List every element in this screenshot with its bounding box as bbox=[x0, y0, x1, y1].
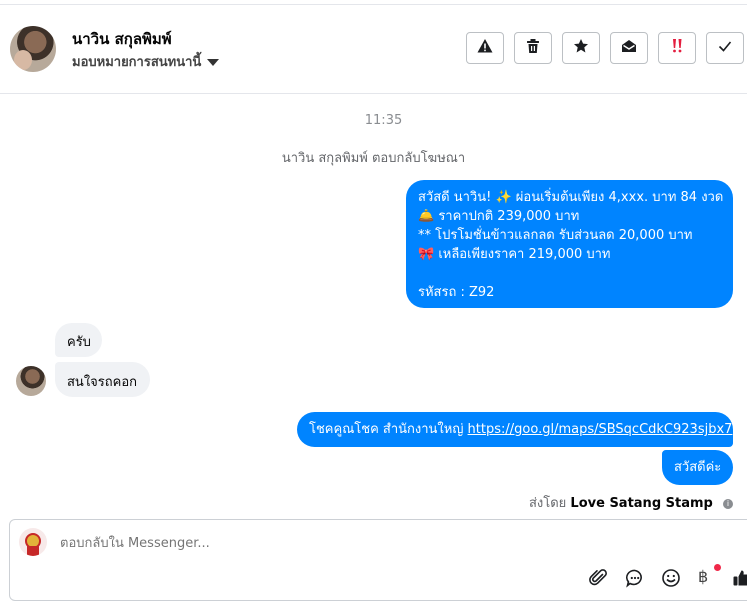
message-line: 🛎️ ราคาปกติ 239,000 บาท bbox=[418, 209, 580, 224]
message-line: 🎀 เหลือเพียงราคา 219,000 บาท bbox=[418, 247, 611, 262]
assign-conversation-dropdown[interactable]: มอบหมายการสนทนานี้ bbox=[72, 51, 220, 72]
message-timestamp: 11:35 bbox=[364, 113, 403, 128]
sent-by-label: ส่งโดย bbox=[528, 496, 567, 511]
trash-icon bbox=[525, 38, 541, 58]
warning-icon bbox=[477, 38, 493, 58]
star-icon bbox=[573, 38, 589, 58]
contact-avatar[interactable] bbox=[10, 26, 56, 72]
page-avatar bbox=[19, 528, 47, 556]
attachment-icon[interactable] bbox=[589, 568, 609, 588]
contact-name[interactable]: นาวิน สกุลพิมพ์ bbox=[72, 27, 172, 51]
message-composer: ฿ bbox=[9, 519, 747, 601]
message-line: ** โปรโมชั่นข้าวแลกลด รับส่วนลด 20,000 บ… bbox=[418, 228, 693, 243]
message-line-blank bbox=[418, 264, 721, 283]
saved-replies-icon[interactable] bbox=[625, 568, 645, 588]
info-icon[interactable]: i bbox=[723, 498, 733, 509]
outgoing-message-bubble[interactable]: โชคคูณโชค สำนักงานใหญ่ https://goo.gl/ma… bbox=[297, 412, 733, 447]
message-line: สวัสดี นาวิน! ✨ ผ่อนเริ่มต้นเพียง 4,xxx.… bbox=[418, 190, 724, 205]
incoming-message-bubble[interactable]: สนใจรถคอก bbox=[55, 362, 150, 397]
outgoing-message-bubble[interactable]: สวัสดีค่ะ bbox=[662, 450, 733, 485]
chevron-down-icon bbox=[207, 59, 220, 66]
payment-baht-icon[interactable]: ฿ bbox=[698, 567, 708, 586]
reply-input[interactable] bbox=[58, 535, 662, 552]
sent-by-line: ส่งโดย Love Satang Stamp i bbox=[529, 492, 733, 513]
star-button[interactable] bbox=[562, 32, 600, 64]
follow-up-button[interactable] bbox=[658, 32, 696, 64]
envelope-open-icon bbox=[621, 38, 637, 58]
report-spam-button[interactable] bbox=[466, 32, 504, 64]
incoming-message-bubble[interactable]: ครับ bbox=[55, 323, 102, 357]
ad-reply-note: นาวิน สกุลพิมพ์ ตอบกลับโฆษณา bbox=[281, 151, 466, 166]
conversation-header: นาวิน สกุลพิมพ์ มอบหมายการสนทนานี้ bbox=[0, 5, 747, 94]
map-link[interactable]: https://goo.gl/maps/SBSqcCdkC923sjbx7 bbox=[468, 422, 733, 437]
sent-by-name: Love Satang Stamp bbox=[570, 496, 713, 511]
notification-dot bbox=[714, 564, 721, 571]
emoji-icon[interactable] bbox=[661, 568, 681, 588]
alert-icon bbox=[669, 38, 685, 58]
delete-button[interactable] bbox=[514, 32, 552, 64]
outgoing-message-bubble[interactable]: สวัสดี นาวิน! ✨ ผ่อนเริ่มต้นเพียง 4,xxx.… bbox=[406, 180, 733, 308]
message-line: รหัสรถ : Z92 bbox=[418, 285, 495, 300]
thumbs-up-icon[interactable] bbox=[732, 568, 747, 588]
check-icon bbox=[717, 38, 733, 58]
assign-label: มอบหมายการสนทนานี้ bbox=[72, 55, 202, 70]
mark-done-button[interactable] bbox=[706, 32, 744, 64]
contact-avatar-small bbox=[16, 366, 46, 396]
message-text: โชคคูณโชค สำนักงานใหญ่ bbox=[309, 422, 468, 437]
mark-read-button[interactable] bbox=[610, 32, 648, 64]
